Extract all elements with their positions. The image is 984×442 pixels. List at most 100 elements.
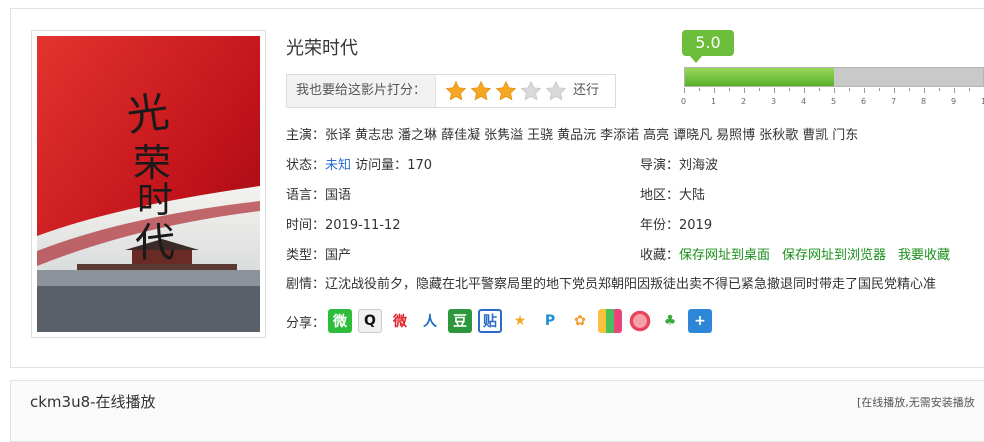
svg-text:荣: 荣 <box>133 141 171 185</box>
scale-tick <box>804 88 805 93</box>
scale-tick <box>849 88 850 91</box>
language-value: 国语 <box>325 188 352 203</box>
flower-icon[interactable]: ✿ <box>568 309 592 333</box>
star-empty-icon[interactable] <box>520 80 542 102</box>
star-empty-icon[interactable] <box>545 80 567 102</box>
type-value: 国产 <box>325 248 352 263</box>
svg-text:时: 时 <box>137 180 173 221</box>
actor-link[interactable]: 张译 <box>325 128 351 143</box>
scale-tick <box>879 88 880 91</box>
scale-tick <box>744 88 745 93</box>
year-value: 2019 <box>679 218 713 233</box>
scale-label: 3 <box>771 97 777 106</box>
rating-stars <box>445 80 570 102</box>
actor-link[interactable]: 易照博 <box>716 128 755 143</box>
visits-label: 访问量： <box>355 158 408 173</box>
scale-label: 9 <box>951 97 957 106</box>
status-label: 状态： <box>286 158 326 173</box>
collect-link[interactable]: 保存网址到桌面 <box>679 248 770 263</box>
director-value[interactable]: 刘海波 <box>679 158 718 173</box>
actor-link[interactable]: 王骁 <box>527 128 553 143</box>
scale-tick <box>789 88 790 91</box>
scale-tick <box>684 88 685 93</box>
director-row: 导演：刘海波 <box>640 154 718 173</box>
actor-link[interactable]: 高亮 <box>643 128 669 143</box>
poster-art: 光 荣 时 代 <box>37 36 260 332</box>
scale-tick <box>939 88 940 91</box>
collect-row: 收藏：保存网址到桌面 保存网址到浏览器 我要收藏 <box>640 244 962 263</box>
share-icons: 微 Q 微人豆贴 ★ P ✿ ♣ + <box>328 309 718 333</box>
collect-links: 保存网址到桌面 保存网址到浏览器 我要收藏 <box>679 248 962 263</box>
star-filled-icon[interactable] <box>470 80 492 102</box>
actor-link[interactable]: 张秋歌 <box>759 128 798 143</box>
actor-link[interactable]: 谭晓凡 <box>673 128 712 143</box>
renren-icon[interactable]: 人 <box>418 309 442 333</box>
scale-tick <box>954 88 955 93</box>
scale-label: 8 <box>921 97 927 106</box>
cast-list: 张译 黄志忠 潘之琳 薛佳凝 张隽溢 王骁 黄品沅 李添诺 高亮 谭晓凡 易照博 张秋歌 曹凯 门东 <box>325 128 862 143</box>
svg-text:代: 代 <box>135 220 175 266</box>
rating-result: 还行 <box>573 83 600 98</box>
type-row: 类型：国产 <box>286 244 351 263</box>
weibo-icon[interactable]: 微 <box>388 309 412 333</box>
more-plus-icon[interactable]: + <box>688 309 712 333</box>
scale-tick <box>774 88 775 93</box>
petal-icon[interactable] <box>628 309 652 333</box>
time-label: 时间： <box>286 218 326 233</box>
clover-icon[interactable]: ♣ <box>658 309 682 333</box>
share-label: 分享： <box>286 316 326 331</box>
actor-link[interactable]: 曹凯 <box>802 128 828 143</box>
collect-label: 收藏： <box>640 248 680 263</box>
type-label: 类型： <box>286 248 326 263</box>
scale-tick <box>699 88 700 91</box>
actor-link[interactable]: 门东 <box>832 128 858 143</box>
actor-link[interactable]: 黄品沅 <box>557 128 596 143</box>
collect-link[interactable]: 我要收藏 <box>898 248 950 263</box>
colorbook-icon[interactable] <box>598 309 622 333</box>
movie-poster[interactable]: 光 荣 时 代 <box>37 36 260 332</box>
movie-title: 光荣时代 <box>286 38 358 59</box>
wechat-icon[interactable]: 微 <box>328 309 352 333</box>
score-bar <box>684 67 984 87</box>
plot-text: 辽沈战役前夕，隐藏在北平警察局里的地下党员郑朝阳因叛徒出卖不得已紧急撤退同时带走… <box>325 277 937 292</box>
score-bar-fill <box>685 68 834 86</box>
cast-label: 主演： <box>286 128 326 143</box>
status-row: 状态：未知 访问量：170 <box>286 154 432 173</box>
qzone-star-icon[interactable]: ★ <box>508 309 532 333</box>
qq-icon[interactable]: Q <box>358 309 382 333</box>
year-row: 年份：2019 <box>640 214 712 233</box>
scale-tick <box>969 88 970 91</box>
scale-tick <box>834 88 835 93</box>
score-badge: 5.0 <box>682 30 734 63</box>
scale-label: 2 <box>741 97 747 106</box>
scale-tick <box>909 88 910 91</box>
star-filled-icon[interactable] <box>445 80 467 102</box>
rating-prompt: 我也要给这影片打分： <box>287 75 437 107</box>
actor-link[interactable]: 薛佳凝 <box>441 128 480 143</box>
year-label: 年份： <box>640 218 680 233</box>
play-source-title: ckm3u8-在线播放 <box>30 393 156 411</box>
scale-tick <box>729 88 730 91</box>
actor-link[interactable]: 潘之琳 <box>398 128 437 143</box>
region-row: 地区：大陆 <box>640 184 705 203</box>
language-row: 语言：国语 <box>286 184 351 203</box>
scale-tick <box>864 88 865 93</box>
p-icon[interactable]: P <box>538 309 562 333</box>
scale-label: 4 <box>801 97 807 106</box>
collect-link[interactable]: 保存网址到浏览器 <box>782 248 886 263</box>
actor-link[interactable]: 李添诺 <box>600 128 639 143</box>
play-note: [在线播放,无需安装播放 <box>857 396 975 409</box>
actor-link[interactable]: 黄志忠 <box>355 128 394 143</box>
region-label: 地区： <box>640 188 680 203</box>
scale-tick <box>894 88 895 93</box>
play-section: ckm3u8-在线播放 [在线播放,无需安装播放 <box>10 380 984 442</box>
scale-tick <box>759 88 760 91</box>
douban-icon[interactable]: 豆 <box>448 309 472 333</box>
scale-tick <box>924 88 925 93</box>
actor-link[interactable]: 张隽溢 <box>484 128 523 143</box>
tieba-icon[interactable]: 贴 <box>478 309 502 333</box>
scale-tick <box>714 88 715 93</box>
director-label: 导演： <box>640 158 680 173</box>
cast-row: 主演：张译 黄志忠 潘之琳 薛佳凝 张隽溢 王骁 黄品沅 李添诺 高亮 谭晓凡 易照博 张秋歌 曹凯 门东 <box>286 124 862 143</box>
star-filled-icon[interactable] <box>495 80 517 102</box>
